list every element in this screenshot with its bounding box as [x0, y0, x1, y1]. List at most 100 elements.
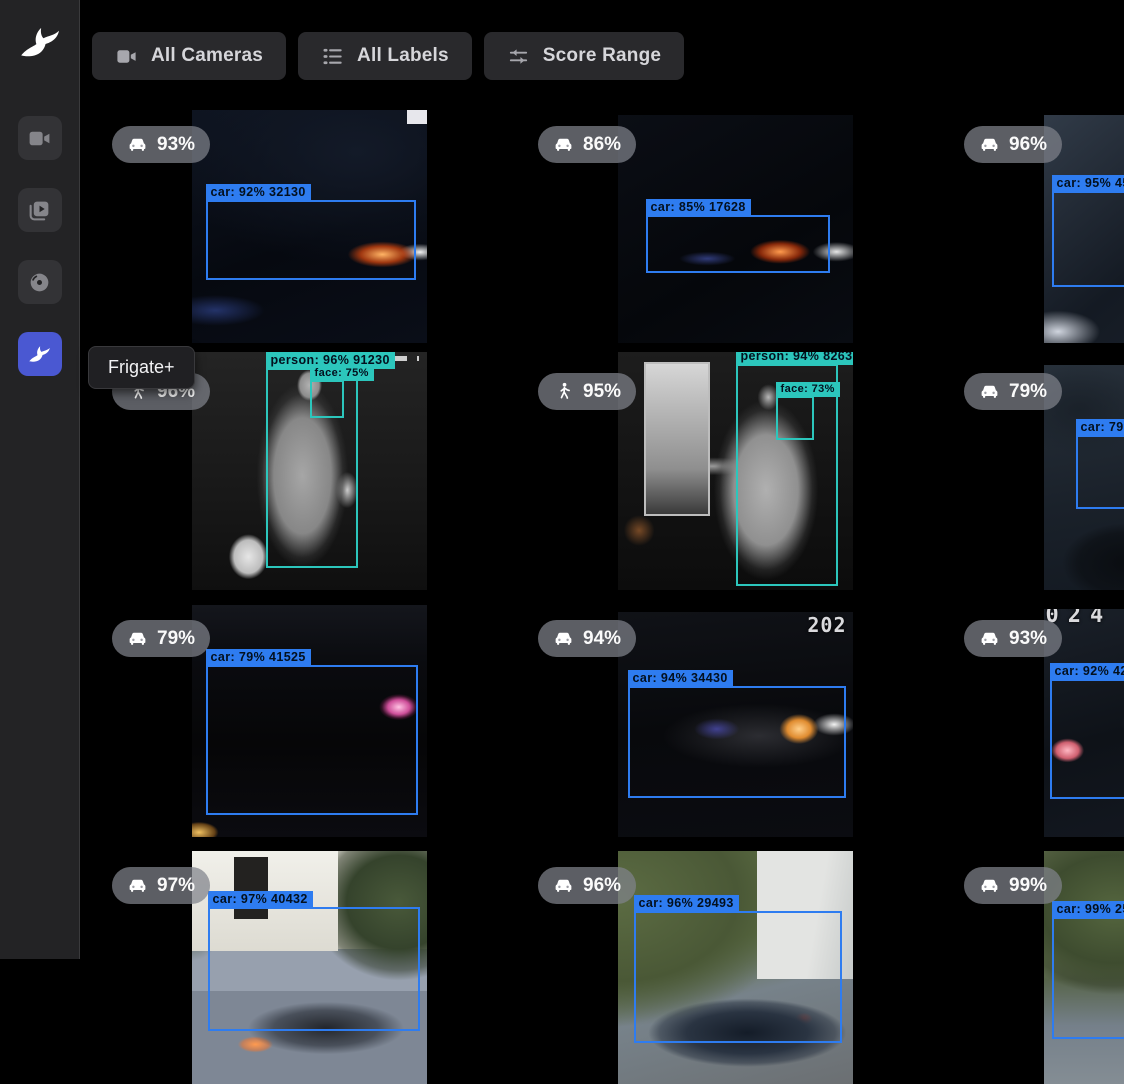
detection-label: car: 79%: [1076, 419, 1124, 436]
detection-label: car: 99% 25: [1052, 901, 1124, 918]
detection-label: car: 92% 32130: [206, 184, 311, 201]
score-badge: 95%: [538, 373, 636, 410]
car-icon: [127, 628, 148, 649]
car-icon: [979, 381, 1000, 402]
snapshot-cell: 96% car: 96% 29493: [522, 837, 948, 1084]
score-badge: 94%: [538, 620, 636, 657]
face-box: face: 75%: [310, 380, 344, 418]
face-label: face: 75%: [310, 366, 374, 381]
badge-score: 97%: [157, 875, 195, 897]
detection-label: car: 85% 17628: [646, 199, 751, 216]
bird-icon: [17, 20, 63, 66]
detection-box: car: 92% 32130: [206, 200, 416, 280]
badge-score: 79%: [157, 628, 195, 650]
car-icon: [979, 875, 1000, 896]
badge-score: 99%: [1009, 875, 1047, 897]
timestamp-overlay: 202: [807, 613, 846, 637]
sidebar-nav: [18, 116, 62, 376]
detection-label: car: 92% 4218: [1050, 663, 1124, 680]
video-camera-icon: [27, 126, 52, 151]
badge-score: 94%: [583, 628, 621, 650]
badge-score: 79%: [1009, 381, 1047, 403]
car-icon: [979, 628, 1000, 649]
detection-label: person: 94% 82630: [736, 352, 853, 365]
badge-score: 96%: [583, 875, 621, 897]
face-label: face: 73%: [776, 382, 840, 397]
snapshot-cell: 93% car: 92% 32130: [96, 96, 522, 343]
detection-box: car: 99% 25: [1052, 917, 1124, 1039]
detection-box: car: 95% 45260: [1052, 191, 1124, 287]
sidebar-item-review[interactable]: [18, 188, 62, 232]
snapshot-image[interactable]: car: 79% 41525: [192, 605, 427, 837]
badge-score: 93%: [1009, 628, 1047, 650]
sidebar-item-export[interactable]: [18, 260, 62, 304]
car-icon: [553, 875, 574, 896]
detection-box: car: 79%: [1076, 435, 1124, 509]
video-camera-icon: [115, 45, 138, 68]
snapshot-cell: 96% car: 95% 45260: [948, 96, 1124, 343]
badge-score: 96%: [1009, 134, 1047, 156]
frigate-plus-tooltip: Frigate+: [88, 346, 195, 389]
frigate-logo[interactable]: [17, 20, 63, 66]
sidebar-item-live[interactable]: [18, 116, 62, 160]
snapshot-cell: 95% person: 94% 82630 face: 73%: [522, 343, 948, 590]
car-icon: [979, 134, 1000, 155]
detection-label: car: 97% 40432: [208, 891, 313, 908]
snapshot-image[interactable]: person: 94% 82630 face: 73%: [618, 352, 853, 590]
detection-box: car: 96% 29493: [634, 911, 842, 1043]
sidebar: [0, 0, 80, 959]
badge-score: 95%: [583, 381, 621, 403]
snapshot-image[interactable]: car: 92% 32130: [192, 110, 427, 343]
snapshot-image[interactable]: person: 96% 91230 face: 75%: [192, 352, 427, 590]
snapshot-grid: 93% car: 92% 32130 86% car: 85% 17628 96…: [96, 96, 1124, 1084]
score-badge: 97%: [112, 867, 210, 904]
score-badge: 96%: [538, 867, 636, 904]
sliders-icon: [507, 45, 530, 68]
detection-box: car: 97% 40432: [208, 907, 420, 1031]
snapshot-cell: 99% car: 99% 25: [948, 837, 1124, 1084]
detection-box: car: 85% 17628: [646, 215, 830, 273]
detection-label: car: 95% 45260: [1052, 175, 1124, 192]
filter-label: Score Range: [543, 45, 661, 67]
disc-icon: [27, 270, 52, 295]
detection-box: car: 94% 34430: [628, 686, 846, 798]
filter-label: All Cameras: [151, 45, 263, 67]
score-badge: 96%: [964, 126, 1062, 163]
detection-box: car: 79% 41525: [206, 665, 418, 815]
car-icon: [127, 875, 148, 896]
score-badge: 79%: [964, 373, 1062, 410]
snapshot-image[interactable]: car: 94% 34430 202: [618, 612, 853, 837]
score-range-filter-button[interactable]: Score Range: [484, 32, 684, 80]
all-labels-filter-button[interactable]: All Labels: [298, 32, 472, 80]
car-icon: [553, 134, 574, 155]
score-badge: 93%: [964, 620, 1062, 657]
face-box: face: 73%: [776, 396, 814, 440]
score-badge: 86%: [538, 126, 636, 163]
all-cameras-filter-button[interactable]: All Cameras: [92, 32, 286, 80]
list-icon: [321, 45, 344, 68]
badge-score: 86%: [583, 134, 621, 156]
sidebar-item-frigate-plus[interactable]: [18, 332, 62, 376]
snapshot-image[interactable]: car: 97% 40432: [192, 851, 427, 1084]
car-icon: [127, 134, 148, 155]
snapshot-cell: 94% car: 94% 34430 202: [522, 590, 948, 837]
filter-label: All Labels: [357, 45, 449, 67]
score-badge: 93%: [112, 126, 210, 163]
detection-label: car: 79% 41525: [206, 649, 311, 666]
snapshot-cell: 79% car: 79%: [948, 343, 1124, 590]
snapshot-cell: 97% car: 97% 40432: [96, 837, 522, 1084]
person-icon: [553, 381, 574, 402]
filter-bar: All Cameras All Labels Score Range: [92, 32, 684, 80]
car-icon: [553, 628, 574, 649]
detection-label: car: 96% 29493: [634, 895, 739, 912]
review-icon: [27, 198, 52, 223]
snapshot-cell: 93% car: 92% 4218 024 05: [948, 590, 1124, 837]
bird-icon: [27, 342, 52, 367]
snapshot-image[interactable]: car: 85% 17628: [618, 115, 853, 343]
snapshot-cell: 86% car: 85% 17628: [522, 96, 948, 343]
detection-label: car: 94% 34430: [628, 670, 733, 687]
score-badge: 99%: [964, 867, 1062, 904]
badge-score: 93%: [157, 134, 195, 156]
snapshot-image[interactable]: car: 96% 29493: [618, 851, 853, 1084]
detection-box: car: 92% 4218: [1050, 679, 1124, 799]
